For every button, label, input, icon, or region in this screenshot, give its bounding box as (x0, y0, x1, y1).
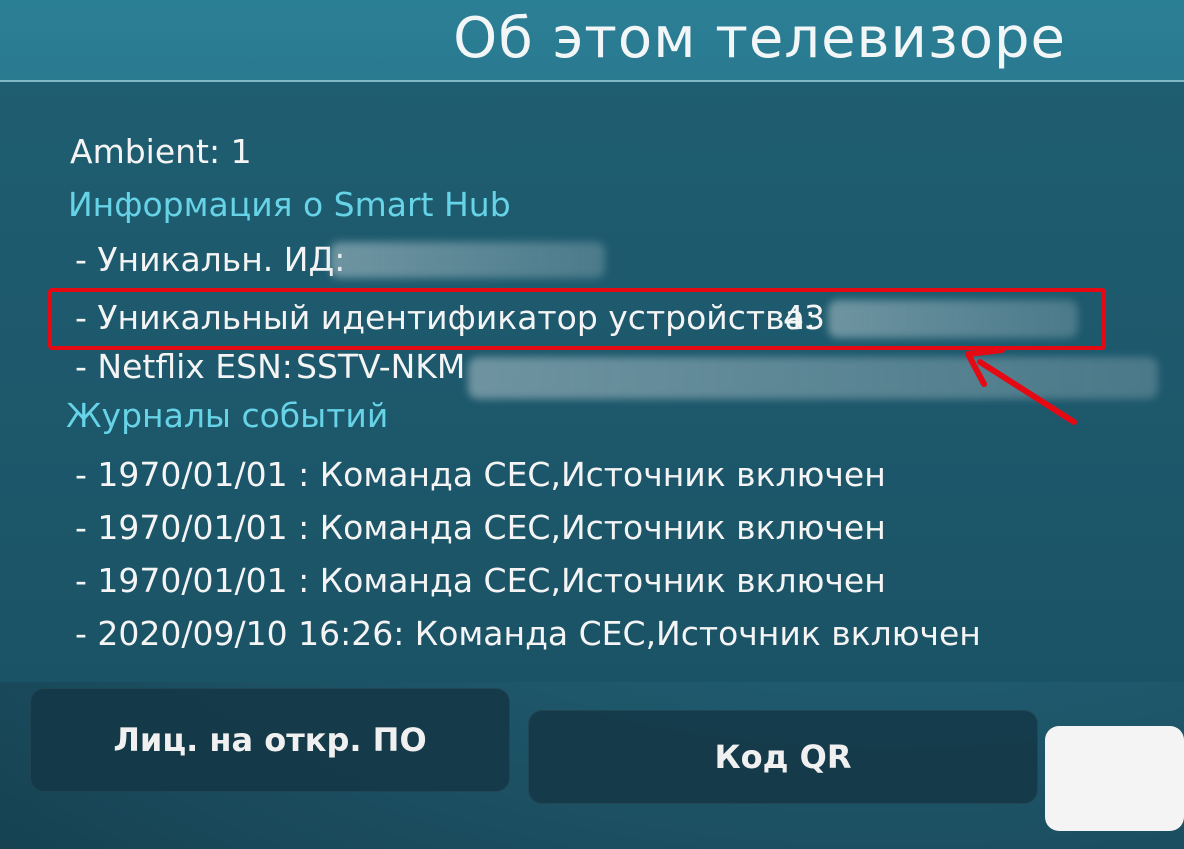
event-log-entry: - 1970/01/01 : Команда CEC,Источник вклю… (75, 455, 886, 494)
netflix-esn-value: SSTV-NKM (296, 347, 466, 386)
event-log-entry: - 1970/01/01 : Команда CEC,Источник вклю… (75, 561, 886, 600)
netflix-esn-label: - Netflix ESN: (75, 347, 293, 386)
header-bar: Об этом телевизоре (0, 0, 1184, 82)
redacted-unique-id (330, 242, 605, 278)
event-log-entry: - 1970/01/01 : Команда CEC,Источник вклю… (75, 508, 886, 547)
qr-code-label: Код QR (714, 738, 852, 776)
event-log-entry: - 2020/09/10 16:26: Команда CEC,Источник… (75, 614, 981, 653)
qr-code-button[interactable]: Код QR (528, 710, 1038, 804)
open-source-license-button[interactable]: Лиц. на откр. ПО (30, 688, 510, 792)
page-title: Об этом телевизоре (453, 6, 1066, 71)
red-arrow-icon (965, 347, 1077, 425)
highlight-box (48, 288, 1106, 350)
smart-hub-heading: Информация о Smart Hub (68, 185, 511, 224)
ambient-line: Ambient: 1 (70, 132, 252, 171)
unique-id-label: - Уникальн. ИД: (75, 240, 346, 279)
focused-button[interactable] (1045, 726, 1184, 831)
open-source-license-label: Лиц. на откр. ПО (113, 721, 427, 759)
event-logs-heading: Журналы событий (66, 396, 389, 435)
